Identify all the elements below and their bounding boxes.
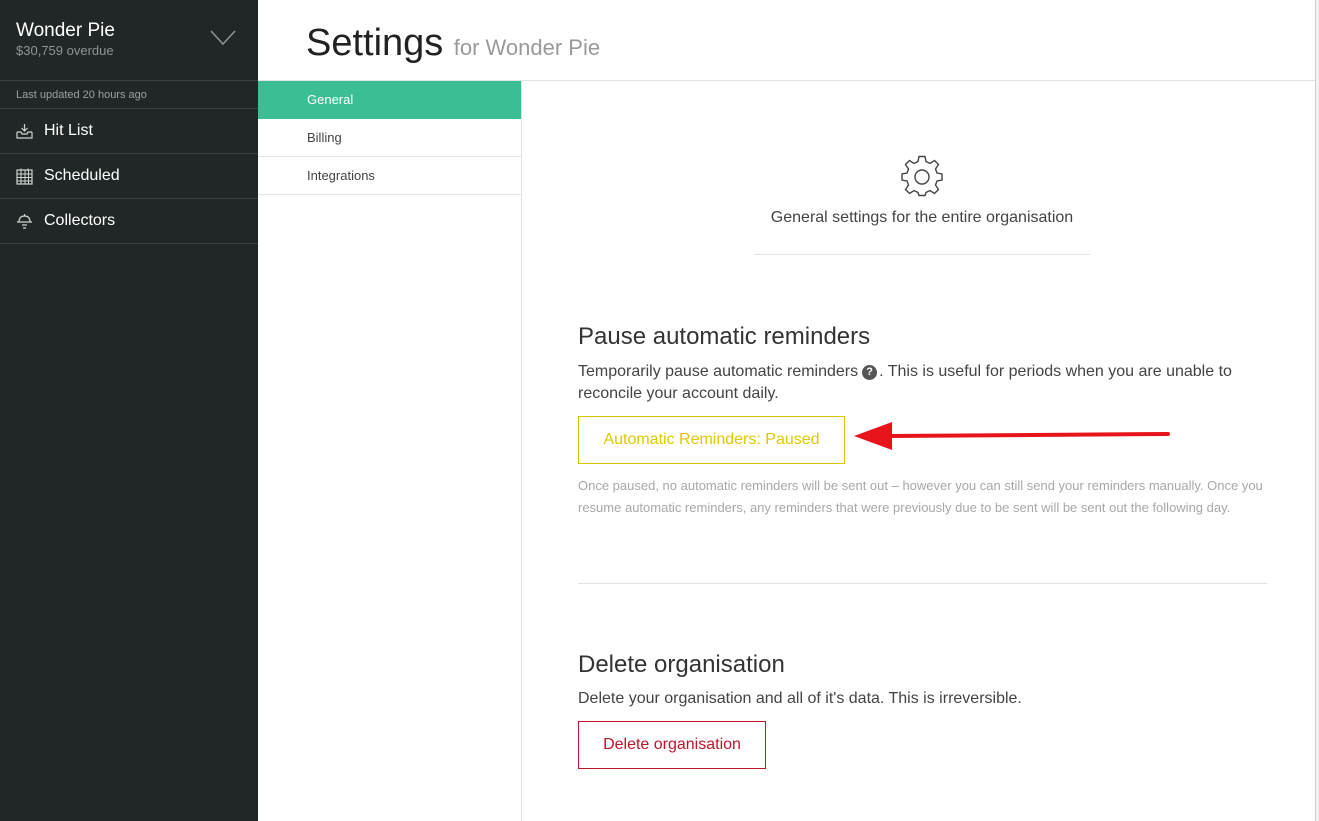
general-settings-intro: General settings for the entire organisa…: [754, 155, 1090, 255]
pause-reminders-heading: Pause automatic reminders: [578, 323, 871, 350]
gear-icon: [901, 155, 943, 197]
pause-reminders-description: Temporarily pause automatic reminders?. …: [578, 361, 1267, 405]
sidebar-item-hit-list[interactable]: Hit List: [0, 109, 258, 154]
delete-organisation-button[interactable]: Delete organisation: [578, 721, 766, 769]
sidebar-item-collectors[interactable]: Collectors: [0, 199, 258, 244]
calendar-icon: [16, 168, 33, 185]
page-subtitle: for Wonder Pie: [453, 35, 601, 60]
page-title: Settings: [306, 22, 444, 64]
main-panel: Settings for Wonder Pie General Billing …: [258, 0, 1315, 821]
delete-organisation-description: Delete your organisation and all of it's…: [578, 690, 1022, 707]
general-settings-caption: General settings for the entire organisa…: [770, 209, 1074, 226]
settings-tabs: General Billing Integrations: [258, 81, 522, 821]
bell-icon: [16, 213, 33, 230]
sidebar-item-label: Collectors: [44, 212, 116, 229]
sidebar-item-label: Hit List: [44, 122, 93, 139]
sidebar-item-label: Scheduled: [44, 167, 120, 184]
automatic-reminders-toggle-button[interactable]: Automatic Reminders: Paused: [578, 416, 845, 464]
org-switcher[interactable]: Wonder Pie $30,759 overdue: [0, 0, 258, 81]
section-divider: [578, 583, 1267, 584]
window-edge: [1315, 0, 1319, 821]
delete-organisation-section: Delete organisation Delete your organisa…: [578, 651, 1267, 769]
delete-organisation-heading: Delete organisation: [578, 651, 785, 678]
annotation-arrow-icon: [854, 422, 1170, 450]
page-header: Settings for Wonder Pie: [258, 0, 1315, 81]
pause-reminders-note: Once paused, no automatic reminders will…: [578, 478, 1263, 515]
tab-billing[interactable]: Billing: [258, 119, 521, 157]
sidebar: Wonder Pie $30,759 overdue Last updated …: [0, 0, 258, 821]
chevron-down-icon[interactable]: [210, 30, 236, 46]
help-icon[interactable]: ?: [862, 365, 878, 380]
tab-general[interactable]: General: [258, 81, 521, 119]
sidebar-item-scheduled[interactable]: Scheduled: [0, 154, 258, 199]
inbox-icon: [16, 123, 33, 140]
pause-description-text: Temporarily pause automatic reminders: [578, 363, 859, 380]
tab-integrations[interactable]: Integrations: [258, 157, 521, 195]
last-updated-label: Last updated 20 hours ago: [0, 81, 258, 109]
